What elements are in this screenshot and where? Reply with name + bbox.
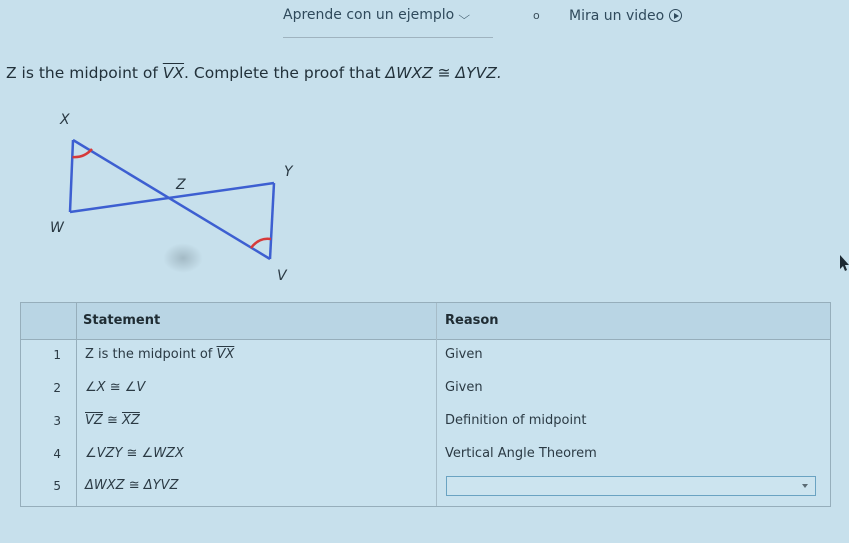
chevron-down-icon: ⌵ xyxy=(458,9,471,22)
row-number: 3 xyxy=(53,414,61,428)
top-bar: Aprende con un ejemplo ⌵ o Mira un video xyxy=(0,0,849,40)
watch-video-label: Mira un video xyxy=(569,8,665,24)
learn-with-example-link[interactable]: Aprende con un ejemplo ⌵ xyxy=(283,7,471,23)
segment-yv xyxy=(268,182,276,260)
label-x: X xyxy=(59,112,70,128)
problem-congruence: ΔWXZ ≅ ΔYVZ. xyxy=(385,64,502,82)
chevron-down-icon xyxy=(802,484,808,488)
separator-text: o xyxy=(533,9,540,22)
problem-statement: Z is the midpoint of VX. Complete the pr… xyxy=(6,64,502,82)
statement-column-header: Statement xyxy=(83,313,161,328)
row-number: 1 xyxy=(53,348,61,362)
segment-xw xyxy=(68,139,75,213)
statement-segment: VZ xyxy=(85,413,103,428)
mouse-cursor-icon xyxy=(840,255,849,271)
problem-middle: . Complete the proof that xyxy=(184,64,386,82)
row-reason: Given xyxy=(445,347,483,362)
learn-with-example-label: Aprende con un ejemplo xyxy=(283,7,455,23)
reason-column-header: Reason xyxy=(445,313,499,328)
congruent-symbol: ≅ xyxy=(102,413,122,428)
problem-segment: VX xyxy=(162,64,185,82)
statement-segment: VX xyxy=(216,347,235,362)
label-z: Z xyxy=(175,177,186,193)
proof-table: Statement Reason 1 Z is the midpoint of … xyxy=(20,302,831,507)
row-reason: Definition of midpoint xyxy=(445,413,587,428)
link-underline xyxy=(283,37,493,38)
table-row: 2 ∠X ≅ ∠V Given xyxy=(21,373,830,406)
table-row: 1 Z is the midpoint of VX Given xyxy=(21,340,830,373)
play-circle-icon xyxy=(669,9,683,22)
row-number: 4 xyxy=(53,447,61,461)
segment-xv xyxy=(72,138,271,261)
screen-smudge xyxy=(163,243,203,273)
watch-video-link[interactable]: Mira un video xyxy=(569,7,683,24)
row-reason: Given xyxy=(445,380,483,395)
row-statement: ∠VZY ≅ ∠WZX xyxy=(85,446,184,461)
statement-segment: XZ xyxy=(121,413,140,428)
row-statement: VZ ≅ XZ xyxy=(85,413,140,428)
row-statement: Z is the midpoint of VX xyxy=(85,347,234,362)
table-row: 5 ΔWXZ ≅ ΔYVZ xyxy=(21,471,830,504)
angle-mark-v xyxy=(249,237,272,249)
reason-dropdown[interactable] xyxy=(446,476,816,496)
segment-wy xyxy=(69,181,275,214)
table-row: 3 VZ ≅ XZ Definition of midpoint xyxy=(21,406,830,439)
row-statement: ΔWXZ ≅ ΔYVZ xyxy=(85,478,179,493)
table-row: 4 ∠VZY ≅ ∠WZX Vertical Angle Theorem xyxy=(21,439,830,472)
problem-prefix: Z is the midpoint of xyxy=(6,64,163,82)
geometry-diagram: X W Z Y V xyxy=(50,112,294,284)
row-number: 5 xyxy=(53,479,61,493)
label-w: W xyxy=(50,220,65,236)
label-v: V xyxy=(277,268,288,284)
row-reason: Vertical Angle Theorem xyxy=(445,446,597,461)
label-y: Y xyxy=(284,164,294,180)
table-header: Statement Reason xyxy=(21,303,830,340)
angle-mark-x xyxy=(72,148,93,159)
row-statement: ∠X ≅ ∠V xyxy=(85,380,146,395)
row-number: 2 xyxy=(53,381,61,395)
statement-text: Z is the midpoint of xyxy=(85,347,217,362)
